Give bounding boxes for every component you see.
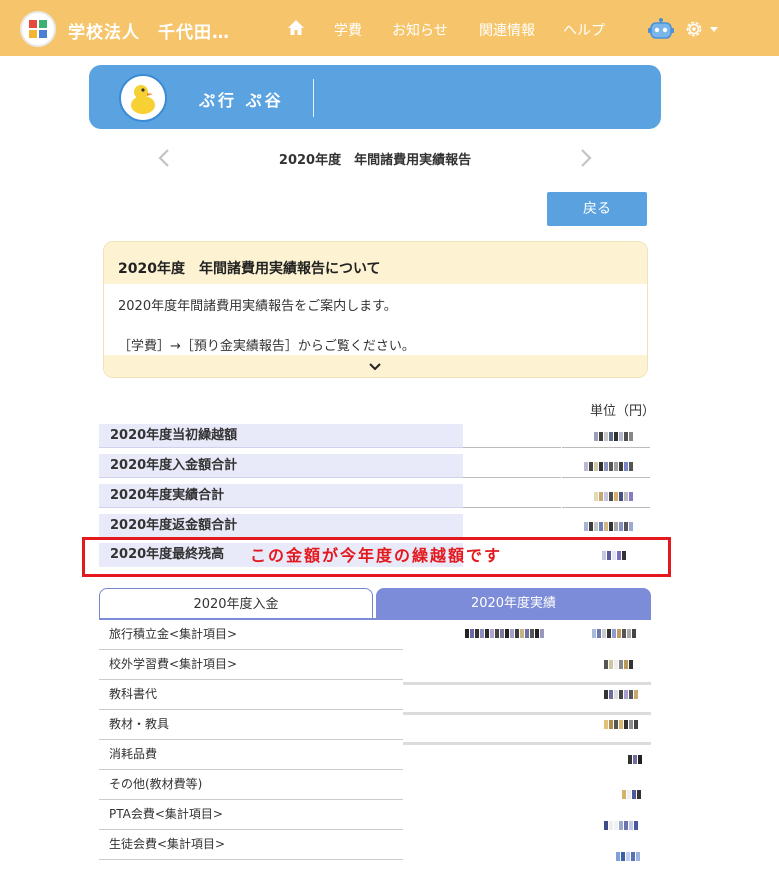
- redacted-amount: [616, 852, 641, 861]
- redacted-amount: [604, 720, 639, 729]
- divider: [313, 79, 314, 117]
- home-icon[interactable]: [287, 19, 305, 37]
- summary-value: [562, 424, 650, 448]
- school-name[interactable]: 学校法人 千代田…: [68, 18, 230, 43]
- summary-label: 2020年度入金額合計: [99, 454, 463, 478]
- list-item: PTA会費<集計項目>: [99, 800, 403, 830]
- notice-text: ［学費］→［預り金実績報告］からご覧ください。: [118, 339, 415, 354]
- summary-value: [562, 454, 650, 478]
- student-name: ぷ行 ぷ谷: [199, 91, 284, 110]
- notice-text: 2020年度年間諸費用実績報告をご案内します。: [118, 299, 397, 314]
- redacted-amount: [592, 629, 637, 638]
- divider: [463, 477, 561, 478]
- robot-icon[interactable]: [648, 18, 674, 42]
- redacted-amount: [622, 790, 642, 799]
- redacted-amount: [604, 821, 639, 830]
- list-item: その他(教材費等): [99, 770, 403, 800]
- tab-income[interactable]: 2020年度入金: [99, 588, 373, 619]
- divider: [463, 447, 561, 448]
- nav-tuition[interactable]: 学費: [334, 20, 362, 40]
- chevron-right-icon[interactable]: [576, 148, 594, 168]
- redacted-amount: [594, 432, 634, 441]
- notice-header: 2020年度 年間諸費用実績報告について: [104, 242, 647, 284]
- tab-results[interactable]: 2020年度実績: [376, 588, 651, 619]
- nav-related-info[interactable]: 関連情報: [479, 20, 535, 40]
- redacted-amount: [604, 660, 634, 669]
- nav-help[interactable]: ヘルプ: [563, 20, 605, 40]
- list-item: 消耗品費: [99, 740, 403, 770]
- divider: [403, 682, 651, 685]
- nav-news[interactable]: お知らせ: [392, 20, 448, 40]
- redacted-amount: [584, 522, 634, 531]
- summary-label: 2020年度実績合計: [99, 484, 463, 508]
- list-item: 教科書代: [99, 680, 403, 710]
- summary-value: [562, 514, 650, 538]
- notice-title: 2020年度 年間諸費用実績報告について: [118, 261, 381, 277]
- notice-card: 2020年度 年間諸費用実績報告について 2020年度年間諸費用実績報告をご案内…: [103, 241, 648, 378]
- list-item: 旅行積立金<集計項目>: [99, 620, 403, 650]
- chevron-down-icon[interactable]: [368, 360, 382, 374]
- chevron-down-icon[interactable]: [710, 27, 718, 32]
- notice-expand-toggle[interactable]: [104, 355, 647, 377]
- annotation-text: この金額が今年度の繰越額です: [250, 546, 503, 565]
- divider: [403, 712, 651, 715]
- school-logo-icon[interactable]: [20, 11, 56, 47]
- student-profile-banner: ぷ行 ぷ谷: [89, 65, 661, 129]
- redacted-amount: [604, 690, 639, 699]
- avatar: [119, 74, 167, 122]
- summary-value: [562, 484, 650, 508]
- summary-label: 2020年度当初繰越額: [99, 424, 463, 448]
- divider: [463, 507, 561, 508]
- unit-label: 単位（円）: [590, 404, 656, 419]
- redacted-note: [465, 629, 545, 638]
- list-item: 校外学習費<集計項目>: [99, 650, 403, 680]
- summary-label: 2020年度返金額合計: [99, 514, 463, 538]
- list-item: 教材・教具: [99, 710, 403, 740]
- back-button[interactable]: 戻る: [547, 192, 647, 226]
- list-item: 生徒会費<集計項目>: [99, 830, 403, 860]
- top-bar: 学校法人 千代田… 学費 お知らせ 関連情報 ヘルプ: [0, 0, 779, 56]
- page-title: 2020年度 年間諸費用実績報告: [278, 153, 472, 168]
- gear-icon[interactable]: [684, 19, 704, 39]
- divider: [403, 742, 651, 745]
- redacted-amount: [594, 492, 634, 501]
- redacted-amount: [584, 462, 634, 471]
- redacted-amount: [628, 755, 643, 764]
